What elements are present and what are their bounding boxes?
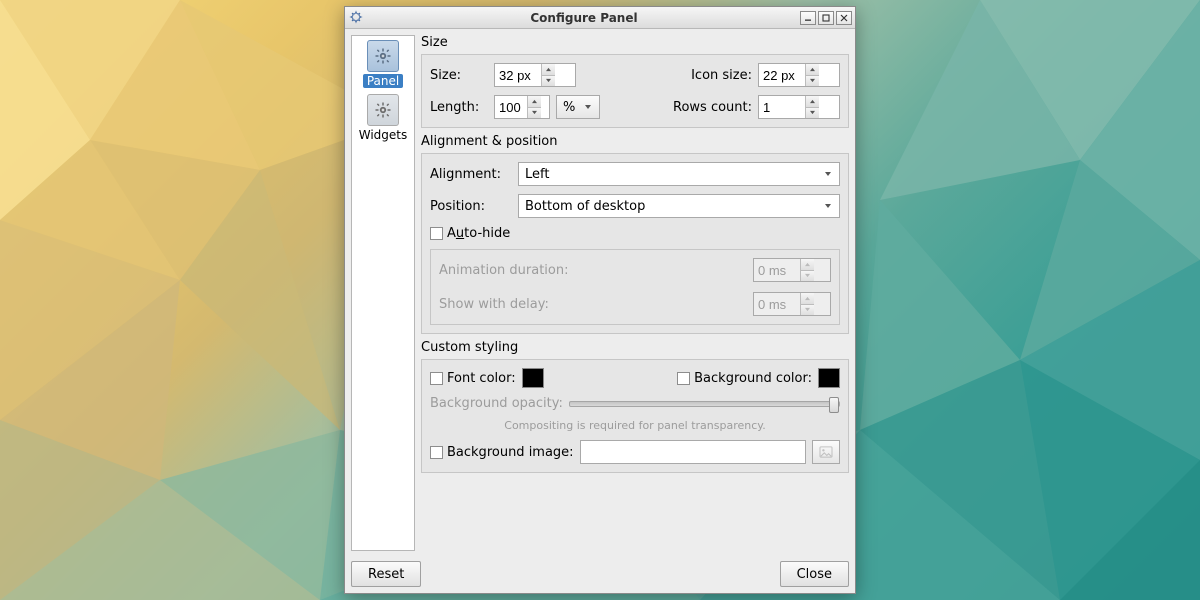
icon-size-spin[interactable] (758, 63, 840, 87)
show-delay-input (754, 293, 800, 315)
category-item-panel[interactable]: Panel (355, 40, 411, 88)
group-title: Custom styling (421, 340, 849, 355)
iconsize-label: Icon size: (691, 68, 752, 83)
rows-spin[interactable] (758, 95, 840, 119)
show-delay-spin (753, 292, 831, 316)
compositing-hint: Compositing is required for panel transp… (430, 419, 840, 432)
bg-image-path-input[interactable] (580, 440, 806, 464)
position-combo[interactable]: Bottom of desktop (518, 194, 840, 218)
font-color-label: Font color: (447, 371, 516, 386)
category-label: Panel (363, 74, 403, 88)
rows-input[interactable] (759, 96, 805, 118)
spin-down-icon[interactable] (528, 108, 541, 119)
bg-color-label: Background color: (694, 371, 812, 386)
icon-size-input[interactable] (759, 64, 805, 86)
bg-image-browse-button[interactable] (812, 440, 840, 464)
group-title: Alignment & position (421, 134, 849, 149)
bg-image-label: Background image: (447, 445, 574, 460)
bg-color-swatch[interactable] (818, 368, 840, 388)
spin-down-icon[interactable] (542, 76, 555, 87)
configure-panel-window: Configure Panel Panel Widgets (344, 6, 856, 594)
position-value: Bottom of desktop (525, 199, 821, 214)
rows-label: Rows count: (673, 100, 752, 115)
spin-up-icon[interactable] (806, 64, 819, 76)
settings-content: Size Size: Icon size: (421, 35, 849, 551)
chevron-down-icon (821, 203, 835, 209)
panel-size-spin[interactable] (494, 63, 576, 87)
group-title: Size (421, 35, 849, 50)
reset-button[interactable]: Reset (351, 561, 421, 587)
animation-duration-input (754, 259, 800, 281)
category-item-widgets[interactable]: Widgets (355, 94, 411, 142)
category-label: Widgets (359, 128, 408, 142)
gear-icon (367, 94, 399, 126)
length-unit-combo[interactable]: % (556, 95, 600, 119)
spin-up-icon[interactable] (528, 96, 541, 108)
size-group: Size Size: Icon size: (421, 35, 849, 128)
bg-color-checkbox[interactable]: Background color: (677, 371, 812, 386)
checkbox-box (430, 372, 443, 385)
close-dialog-button[interactable]: Close (780, 561, 849, 587)
autohide-label: Auto-hide (447, 226, 510, 241)
length-input[interactable] (495, 96, 527, 118)
chevron-down-icon (821, 171, 835, 177)
autohide-subgroup: Animation duration: Show with delay: (430, 249, 840, 325)
gear-icon (367, 40, 399, 72)
spin-up-icon (801, 259, 814, 271)
spin-down-icon[interactable] (806, 108, 819, 119)
checkbox-box (677, 372, 690, 385)
slider-thumb[interactable] (829, 397, 839, 413)
position-label: Position: (430, 199, 512, 214)
maximize-button[interactable] (818, 11, 834, 25)
panel-size-input[interactable] (495, 64, 541, 86)
alignment-value: Left (525, 167, 821, 182)
autohide-checkbox[interactable]: Auto-hide (430, 226, 840, 241)
spin-up-icon (801, 293, 814, 305)
bg-opacity-slider[interactable] (569, 401, 840, 407)
close-button[interactable] (836, 11, 852, 25)
app-icon (348, 10, 364, 26)
size-label: Size: (430, 68, 488, 83)
animation-duration-label: Animation duration: (439, 263, 569, 278)
spin-up-icon[interactable] (806, 96, 819, 108)
styling-group: Custom styling Font color: Background co… (421, 340, 849, 473)
titlebar[interactable]: Configure Panel (345, 7, 855, 29)
font-color-checkbox[interactable]: Font color: (430, 371, 516, 386)
window-title: Configure Panel (368, 11, 800, 25)
checkbox-box (430, 227, 443, 240)
length-spin[interactable] (494, 95, 550, 119)
font-color-swatch[interactable] (522, 368, 544, 388)
image-icon (819, 446, 833, 458)
spin-down-icon (801, 271, 814, 282)
chevron-down-icon (581, 104, 595, 110)
bg-opacity-label: Background opacity: (430, 396, 563, 411)
spin-down-icon[interactable] (806, 76, 819, 87)
length-unit-value: % (563, 100, 581, 115)
alignment-combo[interactable]: Left (518, 162, 840, 186)
dialog-footer: Reset Close (345, 557, 855, 593)
checkbox-box (430, 446, 443, 459)
bg-image-checkbox[interactable]: Background image: (430, 445, 574, 460)
length-label: Length: (430, 100, 488, 115)
show-delay-label: Show with delay: (439, 297, 549, 312)
minimize-button[interactable] (800, 11, 816, 25)
alignment-label: Alignment: (430, 167, 512, 182)
spin-down-icon (801, 305, 814, 316)
category-sidebar: Panel Widgets (351, 35, 415, 551)
animation-duration-spin (753, 258, 831, 282)
spin-up-icon[interactable] (542, 64, 555, 76)
alignment-group: Alignment & position Alignment: Left Pos… (421, 134, 849, 334)
